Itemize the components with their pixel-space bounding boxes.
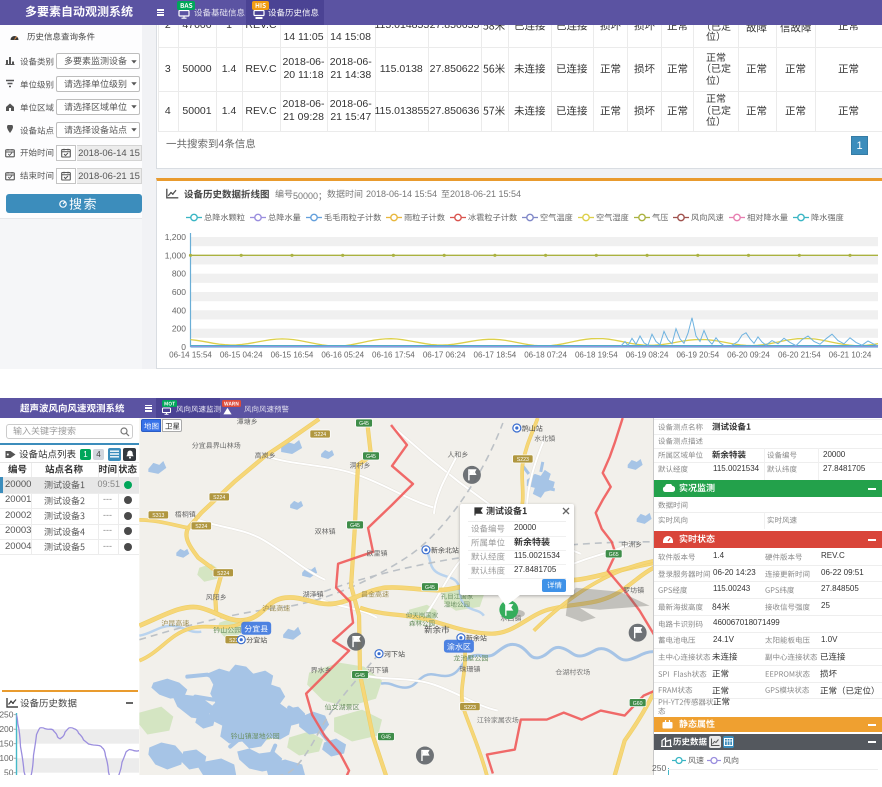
svg-text:06-14 15:54: 06-14 15:54 <box>169 351 212 360</box>
svg-text:06-15 04:24: 06-15 04:24 <box>220 351 263 360</box>
svg-text:200: 200 <box>0 724 14 734</box>
svg-text:06-15 16:54: 06-15 16:54 <box>271 351 314 360</box>
svg-text:G60: G60 <box>633 700 643 706</box>
svg-text:G45: G45 <box>350 523 360 529</box>
svg-text:G45: G45 <box>366 454 376 460</box>
svg-text:06-17 18:54: 06-17 18:54 <box>474 351 517 360</box>
svg-text:06-18 19:54: 06-18 19:54 <box>575 351 618 360</box>
svg-text:G65: G65 <box>609 552 619 558</box>
svg-text:S224: S224 <box>195 524 207 530</box>
svg-text:800: 800 <box>172 269 186 279</box>
svg-text:S313: S313 <box>152 513 164 519</box>
svg-text:G45: G45 <box>355 672 365 678</box>
svg-text:50: 50 <box>4 768 14 775</box>
svg-text:400: 400 <box>172 305 186 315</box>
svg-text:150: 150 <box>0 739 14 749</box>
svg-text:06-18 07:24: 06-18 07:24 <box>524 351 567 360</box>
svg-text:G45: G45 <box>425 584 435 590</box>
svg-text:S224: S224 <box>213 495 225 501</box>
svg-text:G45: G45 <box>381 734 391 740</box>
svg-text:250: 250 <box>0 710 14 720</box>
svg-text:1,200: 1,200 <box>165 232 187 242</box>
svg-text:06-16 17:54: 06-16 17:54 <box>372 351 415 360</box>
svg-text:06-20 09:24: 06-20 09:24 <box>727 351 770 360</box>
svg-text:S223: S223 <box>464 704 476 710</box>
svg-text:200: 200 <box>172 324 186 334</box>
svg-text:06-21 10:24: 06-21 10:24 <box>829 351 872 360</box>
svg-text:S223: S223 <box>517 457 529 463</box>
svg-text:100: 100 <box>0 753 14 763</box>
svg-text:S224: S224 <box>217 570 229 576</box>
svg-text:G45: G45 <box>359 421 369 427</box>
svg-text:06-16 05:24: 06-16 05:24 <box>321 351 364 360</box>
svg-text:1,000: 1,000 <box>165 250 187 260</box>
svg-text:06-19 08:24: 06-19 08:24 <box>626 351 669 360</box>
svg-text:06-19 20:54: 06-19 20:54 <box>676 351 719 360</box>
svg-text:06-17 06:24: 06-17 06:24 <box>423 351 466 360</box>
svg-text:S224: S224 <box>314 432 326 438</box>
svg-text:600: 600 <box>172 287 186 297</box>
svg-text:06-20 21:54: 06-20 21:54 <box>778 351 821 360</box>
